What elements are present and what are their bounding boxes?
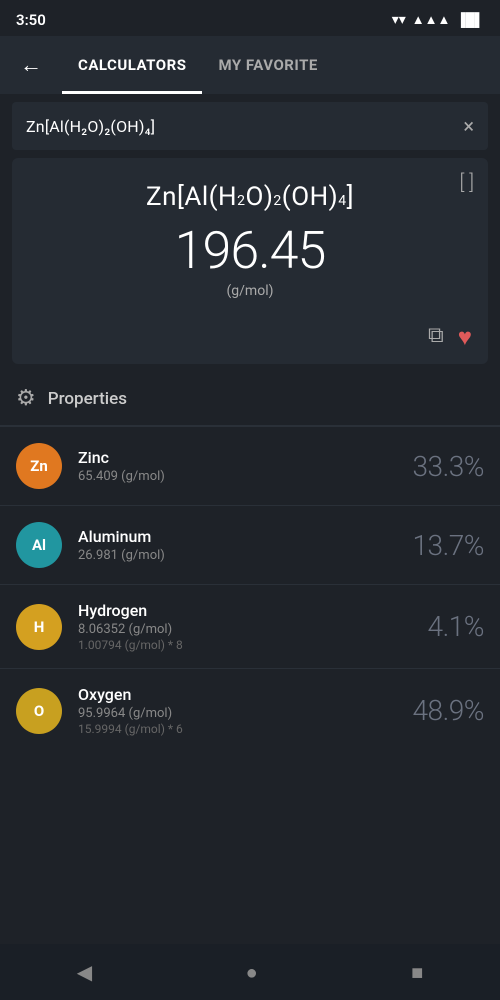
signal-icon: ▲▲▲ bbox=[412, 12, 451, 28]
gear-icon: ⚙ bbox=[16, 386, 36, 411]
wifi-icon: ▾▾ bbox=[392, 12, 406, 28]
nav-bar: ← CALCULATORS MY FAVORITE bbox=[0, 36, 500, 94]
unit-text: (g/mol) bbox=[28, 283, 472, 299]
copy-button[interactable]: ⧉ bbox=[428, 323, 444, 352]
tab-calculators[interactable]: CALCULATORS bbox=[62, 36, 202, 94]
element-percent: 4.1% bbox=[428, 610, 484, 643]
element-name: Zinc bbox=[78, 448, 397, 467]
nav-home-button[interactable]: ● bbox=[222, 952, 282, 993]
nav-recent-button[interactable]: ■ bbox=[387, 952, 447, 993]
status-icons: ▾▾ ▲▲▲ ▐█▌ bbox=[392, 12, 484, 28]
status-time: 3:50 bbox=[16, 11, 46, 29]
formula-display: Zn[Al(H2O)2(OH)4] 196.45 (g/mol) bbox=[28, 174, 472, 303]
element-mass: 8.06352 (g/mol) bbox=[78, 622, 412, 637]
element-row: Zn Zinc 65.409 (g/mol) 33.3% bbox=[0, 426, 500, 505]
battery-icon: ▐█▌ bbox=[456, 12, 484, 28]
element-info-h: Hydrogen 8.06352 (g/mol) 1.00794 (g/mol)… bbox=[78, 601, 412, 652]
formula-card: [ ] Zn[Al(H2O)2(OH)4] 196.45 (g/mol) ⧉ ♥ bbox=[12, 158, 488, 364]
bottom-nav: ◀ ● ■ bbox=[0, 944, 500, 1000]
element-mass: 95.9964 (g/mol) bbox=[78, 706, 397, 721]
element-info-zn: Zinc 65.409 (g/mol) bbox=[78, 448, 397, 484]
nav-back-button[interactable]: ◀ bbox=[53, 952, 116, 992]
formula-text: Zn[Al(H2O)2(OH)4] bbox=[28, 182, 472, 212]
status-bar: 3:50 ▾▾ ▲▲▲ ▐█▌ bbox=[0, 0, 500, 36]
element-row: Al Aluminum 26.981 (g/mol) 13.7% bbox=[0, 505, 500, 584]
element-badge-h: H bbox=[16, 604, 62, 650]
element-info-o: Oxygen 95.9964 (g/mol) 15.9994 (g/mol) *… bbox=[78, 685, 397, 736]
element-detail: 15.9994 (g/mol) * 6 bbox=[78, 722, 397, 736]
molar-mass: 196.45 bbox=[28, 220, 472, 281]
element-mass: 26.981 (g/mol) bbox=[78, 548, 397, 563]
element-percent: 33.3% bbox=[413, 450, 485, 483]
nav-tabs: CALCULATORS MY FAVORITE bbox=[62, 36, 484, 94]
element-name: Hydrogen bbox=[78, 601, 412, 620]
element-percent: 13.7% bbox=[413, 529, 485, 562]
element-percent: 48.9% bbox=[413, 694, 485, 727]
back-button[interactable]: ← bbox=[16, 48, 46, 82]
element-badge-o: O bbox=[16, 688, 62, 734]
clear-button[interactable]: × bbox=[463, 114, 474, 138]
tab-favorite[interactable]: MY FAVORITE bbox=[202, 36, 333, 94]
search-bar: Zn[Al(H₂O)₂(OH)₄] × bbox=[12, 102, 488, 150]
element-name: Aluminum bbox=[78, 527, 397, 546]
element-info-al: Aluminum 26.981 (g/mol) bbox=[78, 527, 397, 563]
search-text: Zn[Al(H₂O)₂(OH)₄] bbox=[26, 117, 463, 136]
element-row: O Oxygen 95.9964 (g/mol) 15.9994 (g/mol)… bbox=[0, 668, 500, 752]
card-actions: ⧉ ♥ bbox=[28, 315, 472, 352]
bracket-icon[interactable]: [ ] bbox=[460, 170, 474, 194]
properties-title: Properties bbox=[48, 389, 127, 409]
element-list: Zn Zinc 65.409 (g/mol) 33.3% Al Aluminum… bbox=[0, 426, 500, 752]
element-detail: 1.00794 (g/mol) * 8 bbox=[78, 638, 412, 652]
element-mass: 65.409 (g/mol) bbox=[78, 469, 397, 484]
favorite-button[interactable]: ♥ bbox=[458, 323, 472, 352]
element-badge-al: Al bbox=[16, 522, 62, 568]
element-name: Oxygen bbox=[78, 685, 397, 704]
element-row: H Hydrogen 8.06352 (g/mol) 1.00794 (g/mo… bbox=[0, 584, 500, 668]
element-badge-zn: Zn bbox=[16, 443, 62, 489]
properties-header: ⚙ Properties bbox=[0, 372, 500, 425]
